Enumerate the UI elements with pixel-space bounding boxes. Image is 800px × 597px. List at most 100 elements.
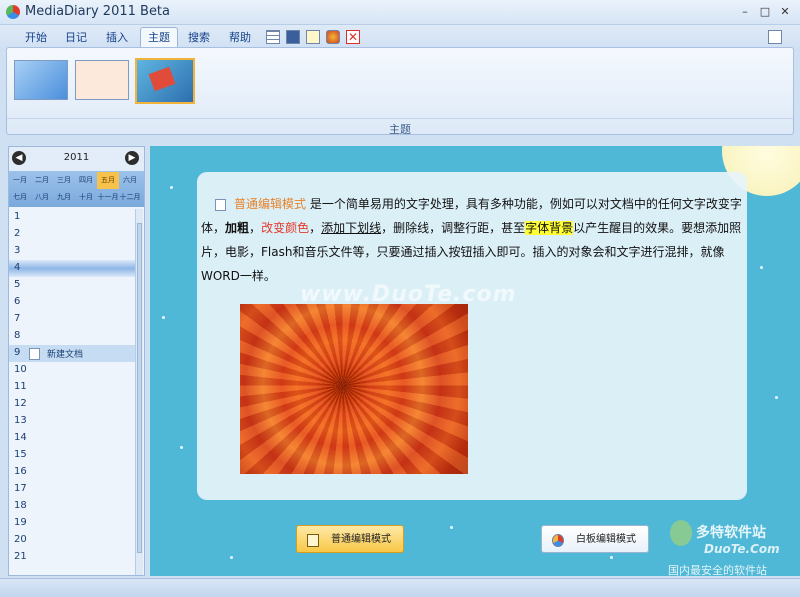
status-bar [0, 578, 800, 597]
separator-text: ， [249, 221, 262, 235]
star-decoration [610, 556, 613, 559]
new-document-icon[interactable] [306, 30, 320, 44]
day-row[interactable]: 10 [9, 362, 135, 379]
theme-thumb-blue[interactable] [14, 60, 68, 100]
month-feb[interactable]: 二月 [31, 172, 53, 189]
calendar-pane: ◀ 2011 ▶ 一月 二月 三月 四月 五月 六月 七月 八月 九月 十月 十… [8, 146, 145, 576]
day-number: 11 [14, 381, 27, 392]
document-title[interactable]: 新建文档 [47, 347, 83, 360]
tab-start[interactable]: 开始 [18, 28, 54, 47]
day-row[interactable]: 12 [9, 396, 135, 413]
tab-insert[interactable]: 插入 [99, 28, 135, 47]
month-grid: 一月 二月 三月 四月 五月 六月 七月 八月 九月 十月 十一月 十二月 [9, 171, 144, 207]
day-number: 21 [14, 551, 27, 562]
day-list-scrollbar[interactable] [135, 209, 143, 575]
document-body[interactable]: 普通编辑模式 是一个简单易用的文字处理，具有多种功能，例如可以对文档中的任何文字… [201, 192, 743, 288]
day-number: 2 [14, 228, 21, 239]
day-row[interactable]: 18 [9, 498, 135, 515]
day-number: 10 [14, 364, 27, 375]
day-row[interactable]: 2 [9, 226, 135, 243]
day-row[interactable]: 3 [9, 243, 135, 260]
day-row[interactable]: 7 [9, 311, 135, 328]
day-number: 9 [14, 347, 21, 358]
window-title: MediaDiary 2011 Beta [25, 4, 170, 19]
day-row[interactable]: 14 [9, 430, 135, 447]
tab-help[interactable]: 帮助 [222, 28, 258, 47]
day-row[interactable]: 8 [9, 328, 135, 345]
tab-search[interactable]: 搜索 [181, 28, 217, 47]
normal-edit-mode-label: 普通编辑模式 [331, 534, 391, 545]
day-row[interactable]: 13 [9, 413, 135, 430]
mascot-icon [670, 520, 692, 546]
theme-thumb-gift[interactable] [135, 58, 195, 104]
day-row[interactable]: 16 [9, 464, 135, 481]
color-text: 改变颜色 [261, 221, 310, 235]
year-label: 2011 [63, 152, 90, 163]
normal-edit-mode-button[interactable]: 普通编辑模式 [296, 525, 404, 553]
highlight-text: 字体背景 [525, 221, 574, 235]
brand-slogan: 国内最安全的软件站 [668, 564, 767, 576]
month-apr[interactable]: 四月 [75, 172, 97, 189]
minimize-button[interactable]: – [736, 5, 754, 19]
ribbon-group-label: 主题 [7, 118, 793, 137]
month-aug[interactable]: 八月 [31, 189, 53, 206]
day-number: 20 [14, 534, 27, 545]
layout-icon[interactable] [768, 30, 782, 44]
day-row[interactable]: 19 [9, 515, 135, 532]
day-number: 16 [14, 466, 27, 477]
tab-diary[interactable]: 日记 [58, 28, 94, 47]
month-jan[interactable]: 一月 [9, 172, 31, 189]
month-mar[interactable]: 三月 [53, 172, 75, 189]
theme-thumb-peach[interactable] [75, 60, 129, 100]
month-nov[interactable]: 十一月 [97, 189, 119, 206]
day-number: 7 [14, 313, 21, 324]
star-decoration [775, 396, 778, 399]
day-row[interactable]: 6 [9, 294, 135, 311]
menu-bar: 开始 日记 插入 主题 搜索 帮助 ✕ [0, 25, 800, 48]
tab-theme[interactable]: 主题 [140, 27, 178, 47]
day-number: 15 [14, 449, 27, 460]
palette-icon [552, 534, 564, 547]
star-decoration [180, 446, 183, 449]
month-jun[interactable]: 六月 [119, 172, 141, 189]
day-number: 13 [14, 415, 27, 426]
star-decoration [450, 526, 453, 529]
day-row[interactable]: 1 [9, 209, 135, 226]
flower-petals [240, 304, 468, 474]
day-row[interactable]: 20 [9, 532, 135, 549]
day-row-today[interactable]: 4 [9, 260, 135, 277]
day-number: 18 [14, 500, 27, 511]
document-paper[interactable]: 普通编辑模式 是一个简单易用的文字处理，具有多种功能，例如可以对文档中的任何文字… [197, 172, 747, 500]
watermark-text: www.DuoTe.com [300, 282, 517, 307]
day-number: 17 [14, 483, 27, 494]
day-row[interactable]: 11 [9, 379, 135, 396]
day-row[interactable]: 5 [9, 277, 135, 294]
day-number: 12 [14, 398, 27, 409]
close-button[interactable]: ✕ [776, 5, 794, 19]
effects-icon[interactable] [326, 30, 340, 44]
star-decoration [230, 556, 233, 559]
whiteboard-mode-button[interactable]: 白板编辑模式 [541, 525, 649, 553]
save-icon[interactable] [286, 30, 300, 44]
body-text: ，删除线，调整行距，甚至 [381, 221, 526, 235]
next-year-button[interactable]: ▶ [125, 151, 139, 165]
month-dec[interactable]: 十二月 [119, 189, 141, 206]
month-jul[interactable]: 七月 [9, 189, 31, 206]
delete-icon[interactable]: ✕ [346, 30, 360, 44]
flower-image[interactable] [240, 304, 468, 474]
day-row[interactable]: 21 [9, 549, 135, 566]
month-may[interactable]: 五月 [97, 172, 119, 189]
day-row[interactable]: 15 [9, 447, 135, 464]
maximize-button[interactable]: □ [756, 5, 774, 19]
day-row-with-document[interactable]: 9 新建文档 [9, 345, 135, 362]
star-decoration [760, 266, 763, 269]
table-icon[interactable] [266, 30, 280, 44]
day-number: 6 [14, 296, 21, 307]
month-oct[interactable]: 十月 [75, 189, 97, 206]
day-row[interactable]: 17 [9, 481, 135, 498]
brand-name: 多特软件站 [696, 525, 766, 541]
scrollbar-thumb[interactable] [137, 223, 142, 553]
star-decoration [170, 186, 173, 189]
day-number: 5 [14, 279, 21, 290]
month-sep[interactable]: 九月 [53, 189, 75, 206]
